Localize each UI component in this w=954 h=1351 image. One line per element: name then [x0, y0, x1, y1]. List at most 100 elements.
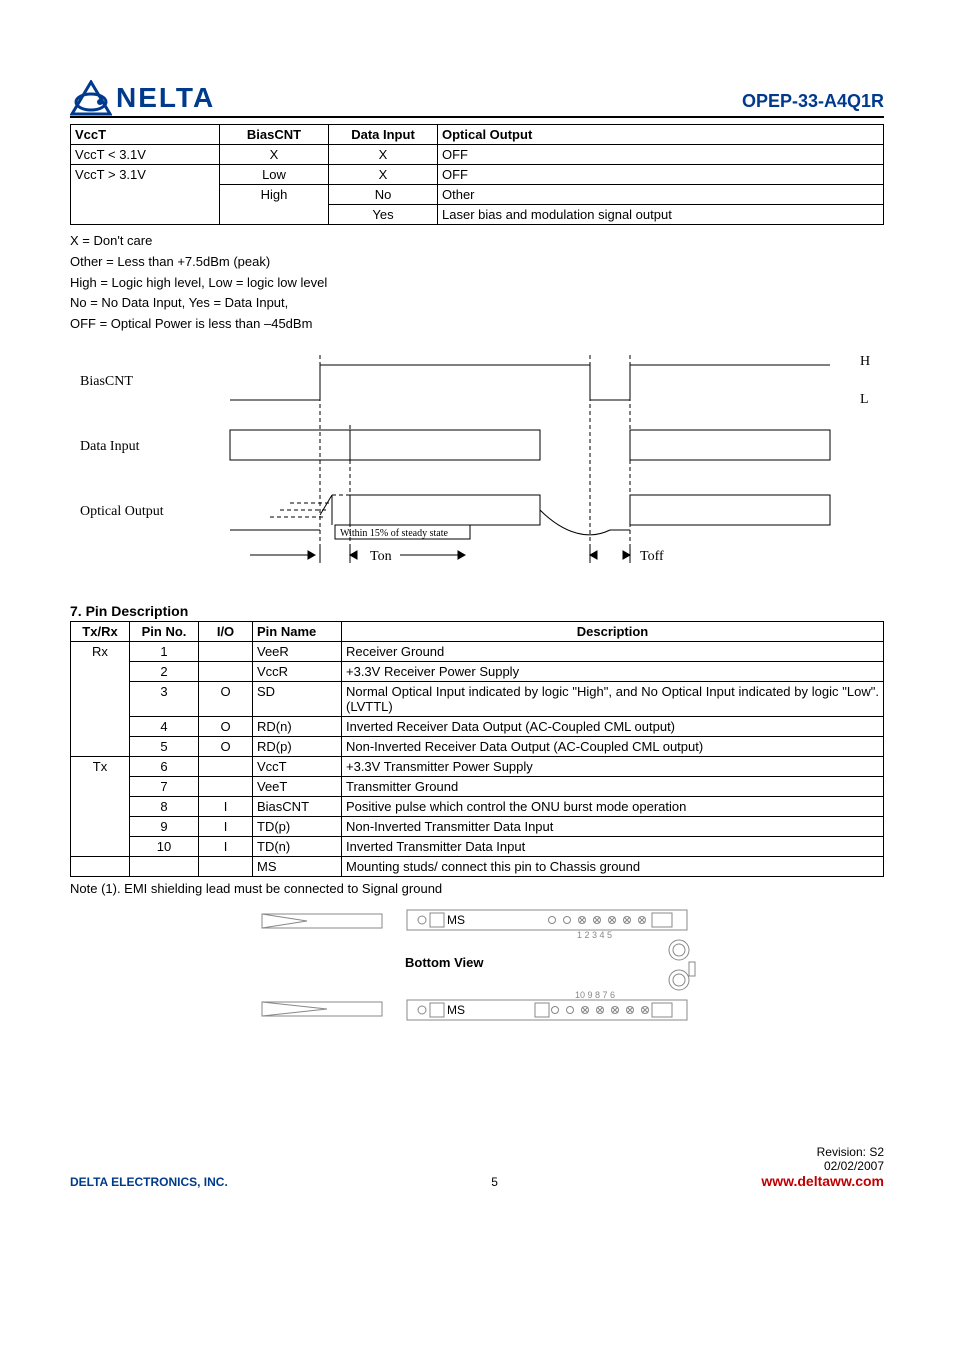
label-opticaloutput: Optical Output: [80, 504, 164, 519]
cell: VccT < 3.1V: [71, 145, 220, 165]
truth-table: VccT BiasCNT Data Input Optical Output V…: [70, 124, 884, 225]
note-line: Other = Less than +7.5dBm (peak): [70, 252, 884, 273]
cell: [71, 856, 130, 876]
cell: [199, 661, 253, 681]
col-biascnt: BiasCNT: [220, 125, 329, 145]
cell: Rx: [71, 641, 130, 756]
cell: No: [329, 185, 438, 205]
cell: O: [199, 716, 253, 736]
label-steady: Within 15% of steady state: [340, 528, 448, 539]
svg-text:10 9 8 7 6: 10 9 8 7 6: [575, 990, 615, 1000]
cell: I: [199, 836, 253, 856]
note-line: No = No Data Input, Yes = Data Input,: [70, 293, 884, 314]
cell: VccT > 3.1V: [71, 165, 220, 225]
timing-diagram: .lbl { font-family: serif; font-size: 14…: [70, 345, 884, 583]
cell: Non-Inverted Receiver Data Output (AC-Co…: [342, 736, 884, 756]
col-txrx: Tx/Rx: [71, 621, 130, 641]
label-toff: Toff: [640, 549, 664, 564]
footer-page: 5: [491, 1175, 498, 1189]
cell: Transmitter Ground: [342, 776, 884, 796]
label-biascnt: BiasCNT: [80, 374, 133, 389]
cell: Laser bias and modulation signal output: [438, 205, 884, 225]
col-pinno: Pin No.: [130, 621, 199, 641]
notes-block: X = Don't care Other = Less than +7.5dBm…: [70, 231, 884, 335]
pin-description-table: Tx/Rx Pin No. I/O Pin Name Description R…: [70, 621, 884, 877]
cell: I: [199, 816, 253, 836]
cell: VeeR: [253, 641, 342, 661]
cell: [199, 776, 253, 796]
footer-rev: Revision: S2: [761, 1145, 884, 1159]
page-footer: DELTA ELECTRONICS, INC. 5 Revision: S2 0…: [70, 1145, 884, 1189]
cell: 2: [130, 661, 199, 681]
cell: X: [329, 145, 438, 165]
footer-www: www.deltaww.com: [761, 1173, 884, 1189]
label-datainput: Data Input: [80, 439, 140, 454]
cell: VccR: [253, 661, 342, 681]
cell: MS: [253, 856, 342, 876]
cell: [130, 856, 199, 876]
cell: 10: [130, 836, 199, 856]
col-pinname: Pin Name: [253, 621, 342, 641]
cell: VccT: [253, 756, 342, 776]
cell: VeeT: [253, 776, 342, 796]
note-line: High = Logic high level, Low = logic low…: [70, 273, 884, 294]
page-header: NELTA OPEP-33-A4Q1R: [70, 80, 884, 118]
bottom-view-figure: .b { stroke:#888; stroke-width:1; fill:n…: [70, 902, 884, 1035]
footer-date: 02/02/2007: [761, 1159, 884, 1173]
col-datainput: Data Input: [329, 125, 438, 145]
cell: OFF: [438, 145, 884, 165]
cell: Yes: [329, 205, 438, 225]
cell: Non-Inverted Transmitter Data Input: [342, 816, 884, 836]
cell: Tx: [71, 756, 130, 856]
cell: Inverted Transmitter Data Input: [342, 836, 884, 856]
note-line: OFF = Optical Power is less than –45dBm: [70, 314, 884, 335]
cell: 4: [130, 716, 199, 736]
svg-text:MS: MS: [447, 1003, 465, 1017]
svg-text:MS: MS: [447, 913, 465, 927]
cell: 5: [130, 736, 199, 756]
logo-icon: [70, 80, 112, 116]
col-io: I/O: [199, 621, 253, 641]
cell: +3.3V Transmitter Power Supply: [342, 756, 884, 776]
footer-company: DELTA ELECTRONICS, INC.: [70, 1175, 228, 1189]
cell: 1: [130, 641, 199, 661]
cell: I: [199, 796, 253, 816]
cell: 9: [130, 816, 199, 836]
section-7-title: 7. Pin Description: [70, 603, 884, 619]
part-number: OPEP-33-A4Q1R: [742, 91, 884, 116]
cell: Low: [220, 165, 329, 185]
cell: 8: [130, 796, 199, 816]
logo: NELTA: [70, 80, 215, 116]
cell: RD(p): [253, 736, 342, 756]
cell: BiasCNT: [253, 796, 342, 816]
cell: +3.3V Receiver Power Supply: [342, 661, 884, 681]
svg-text:1 2 3 4 5: 1 2 3 4 5: [577, 930, 612, 940]
cell: Mounting studs/ connect this pin to Chas…: [342, 856, 884, 876]
cell: SD: [253, 681, 342, 716]
label-l: L: [860, 392, 869, 407]
col-vcct: VccT: [71, 125, 220, 145]
col-desc: Description: [342, 621, 884, 641]
cell: [199, 641, 253, 661]
note-line: X = Don't care: [70, 231, 884, 252]
cell: Normal Optical Input indicated by logic …: [342, 681, 884, 716]
label-ton: Ton: [370, 549, 392, 564]
label-bottomview: Bottom View: [405, 955, 484, 970]
cell: 6: [130, 756, 199, 776]
logo-text: NELTA: [116, 82, 215, 114]
cell: TD(n): [253, 836, 342, 856]
cell: [199, 756, 253, 776]
cell: High: [220, 185, 329, 225]
cell: O: [199, 736, 253, 756]
cell: Other: [438, 185, 884, 205]
cell: OFF: [438, 165, 884, 185]
col-optout: Optical Output: [438, 125, 884, 145]
cell: Receiver Ground: [342, 641, 884, 661]
cell: 3: [130, 681, 199, 716]
cell: 7: [130, 776, 199, 796]
cell: Inverted Receiver Data Output (AC-Couple…: [342, 716, 884, 736]
cell: O: [199, 681, 253, 716]
cell: RD(n): [253, 716, 342, 736]
cell: TD(p): [253, 816, 342, 836]
note-1: Note (1). EMI shielding lead must be con…: [70, 881, 884, 896]
